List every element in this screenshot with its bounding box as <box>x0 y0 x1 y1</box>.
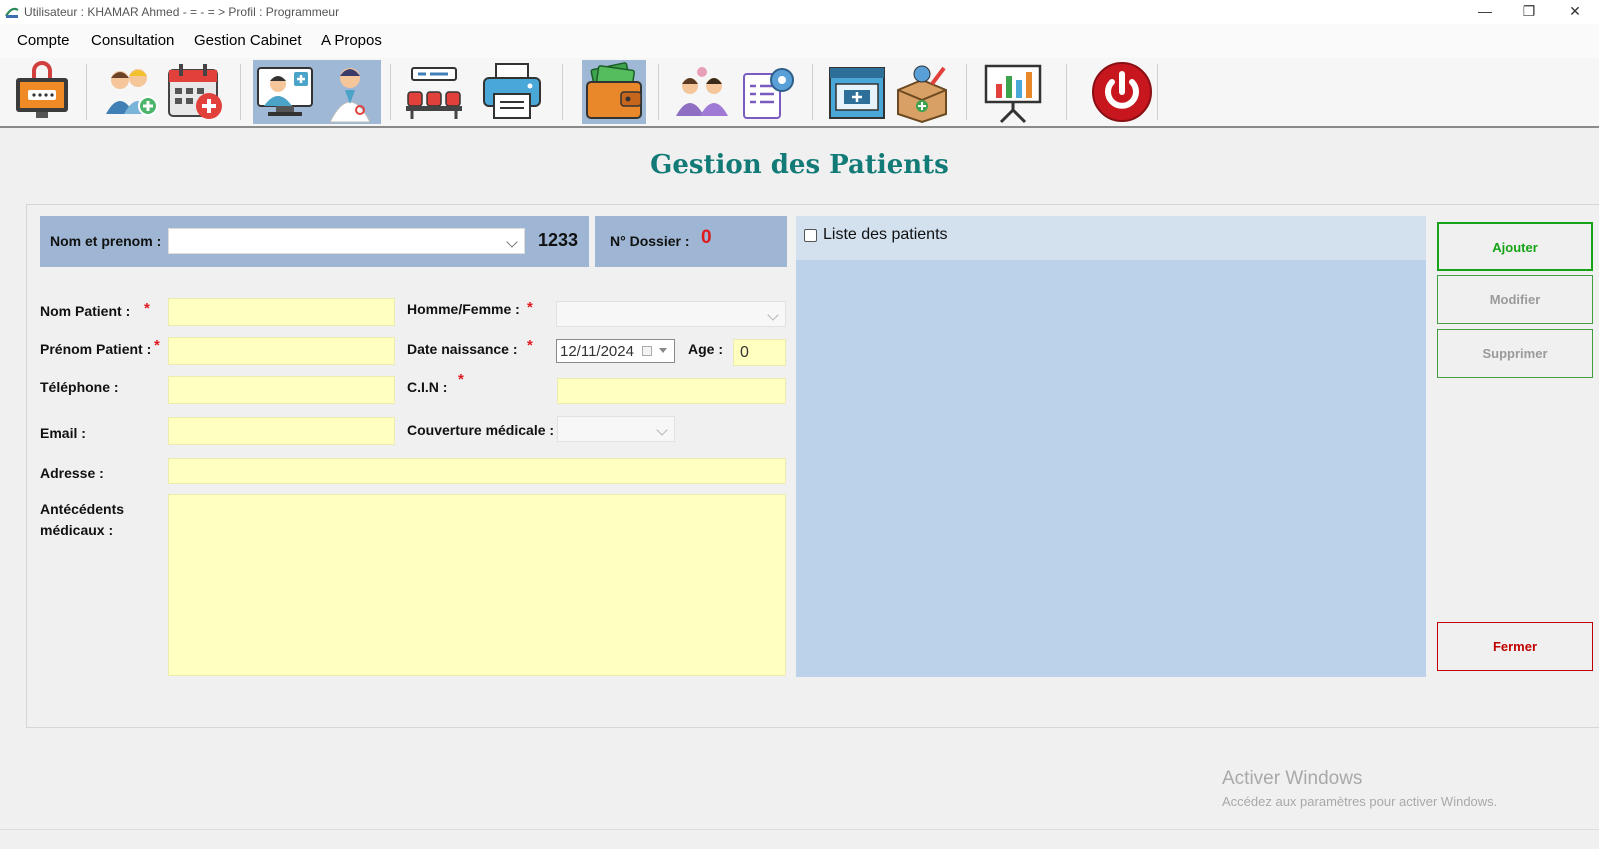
title-bar: Utilisateur : KHAMAR Ahmed - = - = > Pro… <box>0 0 1599 24</box>
medical-box-icon[interactable] <box>892 60 952 124</box>
toolbar-separator <box>240 64 241 120</box>
age-input[interactable]: 0 <box>733 339 786 366</box>
sexe-combobox[interactable] <box>556 301 786 327</box>
patients-icon[interactable] <box>98 60 162 124</box>
menu-gestion-cabinet[interactable]: Gestion Cabinet <box>194 32 302 49</box>
nom-patient-label: Nom Patient : <box>40 303 131 319</box>
menu-a-propos[interactable]: A Propos <box>321 32 382 49</box>
toolbar-separator <box>658 64 659 120</box>
telephone-label: Téléphone : <box>40 379 119 395</box>
app-logo-icon <box>5 7 19 18</box>
modifier-button[interactable]: Modifier <box>1437 275 1593 324</box>
close-button[interactable]: ✕ <box>1553 0 1597 24</box>
toolbar-separator <box>390 64 391 120</box>
couverture-medicale-label: Couverture médicale : <box>407 422 555 438</box>
patient-count: 1233 <box>538 230 579 250</box>
antecedents-label: Antécédents <box>40 501 125 517</box>
settings-report-icon[interactable] <box>738 60 798 124</box>
age-label: Age : <box>688 341 723 357</box>
toolbar-separator <box>1157 64 1158 120</box>
liste-patients-label: Liste des patients <box>823 226 948 243</box>
required-mark: * <box>154 337 160 354</box>
toolbar-separator <box>86 64 87 120</box>
status-bar <box>0 829 1599 849</box>
date-naissance-picker[interactable]: 12/11/2024 <box>556 339 675 363</box>
chevron-down-icon <box>656 424 668 436</box>
windows-activation-watermark: Activer Windows Accédez aux paramètres p… <box>1222 768 1497 809</box>
ajouter-button[interactable]: Ajouter <box>1437 222 1593 271</box>
prenom-patient-label: Prénom Patient : <box>40 341 152 357</box>
minimize-button[interactable]: — <box>1463 0 1507 24</box>
toolbar-separator <box>812 64 813 120</box>
adresse-label: Adresse : <box>40 465 104 481</box>
calendar-icon[interactable] <box>165 60 227 124</box>
wallet-icon[interactable] <box>583 60 645 124</box>
toolbar <box>0 58 1599 128</box>
antecedents-label-line2: médicaux : <box>40 522 114 538</box>
nom-prenom-combobox[interactable] <box>168 228 525 254</box>
date-naissance-value: 12/11/2024 <box>560 343 634 360</box>
login-screen-icon[interactable] <box>10 60 74 124</box>
toolbar-separator <box>562 64 563 120</box>
nom-patient-input[interactable] <box>168 298 395 326</box>
patient-list[interactable] <box>796 260 1426 677</box>
search-panel: Nom et prenom : 1233 <box>40 216 589 267</box>
antecedents-textarea[interactable] <box>168 494 786 676</box>
required-mark: * <box>527 337 533 354</box>
watermark-title: Activer Windows <box>1222 768 1363 789</box>
chevron-down-icon <box>767 309 779 321</box>
waiting-room-icon[interactable] <box>402 60 466 124</box>
nom-prenom-label: Nom et prenom : <box>50 233 162 249</box>
staff-icon[interactable] <box>672 60 732 124</box>
dossier-panel: N° Dossier : 0 <box>595 216 787 267</box>
doctor-icon[interactable] <box>320 60 380 124</box>
adresse-input[interactable] <box>168 458 786 484</box>
menu-consultation[interactable]: Consultation <box>91 32 174 49</box>
homme-femme-label: Homme/Femme : <box>407 301 520 317</box>
toolbar-separator <box>1066 64 1067 120</box>
patient-list-header: Liste des patients <box>796 216 1426 260</box>
date-naissance-label: Date naissance : <box>407 341 518 357</box>
pharmacy-icon[interactable] <box>826 60 888 124</box>
email-input[interactable] <box>168 417 395 445</box>
printer-icon[interactable] <box>480 60 544 124</box>
menu-compte[interactable]: Compte <box>17 32 70 49</box>
fermer-button[interactable]: Fermer <box>1437 622 1593 671</box>
window-title: Utilisateur : KHAMAR Ahmed - = - = > Pro… <box>24 5 340 19</box>
chevron-down-icon <box>506 236 518 248</box>
supprimer-button[interactable]: Supprimer <box>1437 329 1593 378</box>
watermark-subtitle: Accédez aux paramètres pour activer Wind… <box>1222 794 1498 809</box>
cin-label: C.I.N : <box>407 379 448 395</box>
prenom-patient-input[interactable] <box>168 337 395 365</box>
dossier-label: N° Dossier : <box>610 233 690 249</box>
couverture-medicale-combobox[interactable] <box>557 416 675 442</box>
cin-input[interactable] <box>557 378 786 404</box>
page-title: Gestion des Patients <box>650 150 949 180</box>
dropdown-arrow-icon <box>659 348 667 353</box>
telephone-input[interactable] <box>168 376 395 404</box>
restore-button[interactable]: ❐ <box>1507 0 1551 24</box>
liste-patients-checkbox[interactable] <box>804 229 817 242</box>
statistics-icon[interactable] <box>982 60 1044 124</box>
required-mark: * <box>527 299 533 316</box>
doctor-computer-icon[interactable] <box>254 60 316 124</box>
power-icon[interactable] <box>1090 60 1154 124</box>
toolbar-separator <box>966 64 967 120</box>
calendar-button-icon[interactable] <box>642 346 652 356</box>
required-mark: * <box>458 371 464 388</box>
required-mark: * <box>144 300 150 317</box>
dossier-value: 0 <box>701 227 712 248</box>
email-label: Email : <box>40 425 86 441</box>
menu-bar: Compte Consultation Gestion Cabinet A Pr… <box>0 24 1599 58</box>
